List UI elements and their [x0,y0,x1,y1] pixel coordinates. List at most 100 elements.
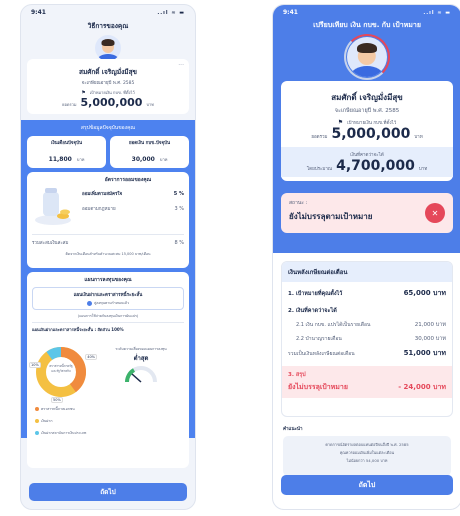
donut-value-2: 50% [51,397,63,403]
fund-label: ยอดเงิน กบข.ปัจจุบัน [128,141,171,146]
goal-label: เป้าหมายเงิน กบข.ที่ตั้งไว้ [347,121,397,126]
goal-prefix: ยอดรวม [311,135,328,140]
plan-name: แผนเงินฝากและตราสารหนี้ระยะสั้น [73,293,143,298]
status-label: สถานะ : [289,200,308,206]
goal-unit: บาท [146,102,154,107]
investment-plan-card: แผนการลงทุนของคุณ แผนเงินฝากและตราสารหนี… [27,272,189,468]
status-time: 9:41 [283,9,298,16]
rate1-value: 5 % [173,190,184,197]
sad-face-icon: ✕ [425,203,445,223]
coins-jar-icon [35,188,71,225]
risk-box: ระดับความเสี่ยงของแผนการลงทุน ต่ำสุด [113,346,169,387]
rate1-label: ออมเพิ่มตามสมัครใจ [82,192,123,197]
saving-rate-card: อัตราการออมของคุณ ออมเพิ่มตามสมัครใจ 5 %… [27,172,189,268]
goal-row-value: 65,000 บาท [403,289,446,297]
risk-gauge-icon [125,366,157,383]
status-bar: 9:41 ..ıl ≈ ▬ [21,5,195,16]
plan-title: แผนการลงทุนของคุณ [84,277,132,283]
donut-value-3: 10% [29,362,41,368]
donut-value-1: 40% [85,354,97,360]
profile-card: ··· สมศักดิ์ เจริญมั่งมีสุข จะเกษียณอายุ… [27,59,189,114]
salary-label: เงินเดือนปัจจุบัน [50,141,83,146]
summary-row: 3. สรุป ยังไม่บรรลุเป้าหมาย - 24,000 บาท [282,366,452,398]
signal-battery-icon: ..ıl ≈ ▬ [157,9,185,16]
pension-row-value: 30,000 บาท [414,336,446,342]
current-fund-card: ยอดเงิน กบข.ปัจจุบัน 30,000 บาท [110,136,189,168]
current-salary-card: เงินเดือนปัจจุบัน 11,800 บาท [27,136,106,168]
advice-box: คาดการณ์อัตราผลตอบแทนต่อปีจนถึงปี พ.ศ. 2… [283,436,451,476]
summary-title: สรุปข้อมูลปัจจุบันของคุณ [80,125,136,131]
donut-center-label: ตราสารหนี้ภาครัฐและรัฐวิสาหกิจ [49,364,73,373]
legend-dot-3 [35,431,39,435]
expected-prefix: โดยประมาณ [306,167,333,172]
next-button[interactable]: ถัดไป [281,475,453,495]
risk-label: ระดับความเสี่ยงของแผนการลงทุน [115,347,167,351]
expected-box: เงินที่คาดว่าจะได้ โดยประมาณ 4,700,000 บ… [281,147,453,177]
section-title: เงินหลังเกษียณต่อเดือน [282,262,452,282]
advice-line-3: ไม่น้อยกว่า 54,000 บาท [346,458,388,463]
status-bar: 9:41 ..ıl ≈ ▬ [273,5,460,16]
fund-unit: บาท [159,157,168,162]
legend-label-3: เงินฝากสถาบันการเงินประเภท [41,431,87,435]
advice-title: คำแนะนำ [283,427,303,432]
fund-row-label: 2.1 เงิน กบข. แปรได้เป็นรายเดือน [296,322,371,328]
signal-battery-icon: ..ıl ≈ ▬ [423,9,451,16]
user-name: สมศักดิ์ เจริญมั่งมีสุข [78,68,137,76]
more-icon[interactable]: ··· [178,62,184,69]
legend-label-2: เงินฝาก [41,419,53,423]
retire-year: จะเกษียณอายุปี พ.ศ. 2585 [334,108,400,114]
salary-unit: บาท [76,157,85,162]
plan-chip: คู่ลงทุนตามกำหนดแล้ว [94,301,129,305]
mix-label: แผนเงินฝากและตราสารหนี้ระยะสั้น : สัดส่ว… [32,327,124,332]
profile-card: สมศักดิ์ เจริญมั่งมีสุข จะเกษียณอายุปี พ… [281,81,453,181]
rate2-label: ออมตามกฎหมาย [82,207,116,212]
legend-label-1: ตราสารหนี้ภาคเอกชน [41,407,75,411]
sum-row-value: 51,000 บาท [403,349,446,357]
avatar [95,35,121,61]
total-rate-label: รวมสะสมเงินสะสม [32,241,69,246]
avatar [347,37,387,77]
user-name: สมศักดิ์ เจริญมั่งมีสุข [331,93,403,102]
legend-dot-1 [35,407,39,411]
advice-line-1: คาดการณ์อัตราผลตอบแทนต่อปีจนถึงปี พ.ศ. 2… [325,442,409,447]
next-button[interactable]: ถัดไป [29,483,187,501]
summary-panel: สรุปข้อมูลปัจจุบันของคุณ เงินเดือนปัจจุบ… [21,120,195,468]
goal-row-label: 1. เป้าหมายที่คุณตั้งไว้ [288,290,343,297]
phone-screen-goal-comparison: 9:41 ..ıl ≈ ▬ เปรียบเทียบ เงิน กบข. กับ … [272,4,460,510]
plan-box: แผนเงินฝากและตราสารหนี้ระยะสั้น คู่ลงทุน… [32,287,184,310]
goal-unit: บาท [414,135,423,140]
rate2-value: 3 % [174,205,184,212]
retire-year: จะเกษียณอายุปี พ.ศ. 2585 [81,81,135,86]
goal-prefix: ยอดรวม [62,102,77,107]
expected-row-label: 2. เงินที่คาดว่าจะได้ [288,308,337,314]
monthly-income-card: เงินหลังเกษียณต่อเดือน 1. เป้าหมายที่คุณ… [281,261,453,417]
goal-label: เป้าหมายเงิน กบข. ที่ตั้งไว้ [89,90,135,95]
rate-note: คิดจากเงินเดือนสำหรับคำนวณสะสม 15,000 บา… [65,252,151,256]
goal-amount: 5,000,000 [331,126,411,142]
page-title: เปรียบเทียบ เงิน กบข. กับ เป้าหมาย [313,21,421,29]
header-panel: 9:41 ..ıl ≈ ▬ เปรียบเทียบ เงิน กบข. กับ … [273,5,460,253]
expected-label: เงินที่คาดว่าจะได้ [350,153,384,158]
plan-desc: (แผนการใช้จ่ายกับลงทุนเงินการผันแปร) [77,314,139,318]
summary-value: - 24,000 บาท [398,383,446,391]
summary-status: ยังไม่บรรลุเป้าหมาย [288,383,348,391]
total-rate-value: 8 % [174,239,184,246]
expected-amount: 4,700,000 [336,158,415,174]
sum-row-label: รวมเป็นเงินหลังเกษียณต่อเดือน [288,350,355,357]
fund-value: 30,000 [131,156,155,163]
advice-line-2: คุณควรออมเงินเพิ่มในแต่ละเดือน [339,450,395,455]
expected-unit: บาท [418,167,428,172]
status-value: ยังไม่บรรลุตามเป้าหมาย [289,212,373,221]
risk-value: ต่ำสุด [133,355,149,362]
pension-row-label: 2.2 บำนาญรายเดือน [296,336,342,342]
info-icon [87,300,93,306]
salary-value: 11,800 [48,156,72,163]
summary-label: 3. สรุป [288,372,306,378]
legend: ตราสารหนี้ภาคเอกชน เงินฝาก เงินฝากสถาบัน… [35,406,105,436]
fund-row-value: 21,000 บาท [414,322,446,328]
goal-amount: 5,000,000 [80,96,143,109]
allocation-donut: ตราสารหนี้ภาครัฐและรัฐวิสาหกิจ 40% 50% 1… [29,344,97,403]
flag-icon: ⚑ [337,119,344,126]
rate-title: อัตราการออมของคุณ [104,177,152,183]
phone-screen-plan-summary: 9:41 ..ıl ≈ ▬ วิธีการของคุณ ··· สมศักดิ์… [20,4,196,510]
